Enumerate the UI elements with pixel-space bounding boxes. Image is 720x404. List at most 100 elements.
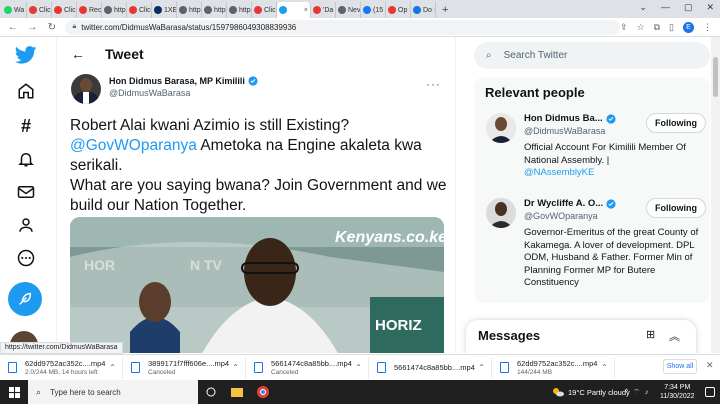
task-view-icon[interactable] — [198, 380, 224, 404]
author-handle[interactable]: @DidmusWaBarasa — [109, 88, 258, 98]
profile-avatar[interactable]: E — [683, 21, 694, 33]
chevron-up-icon[interactable]: ⌃ — [355, 363, 362, 372]
person-avatar[interactable] — [486, 113, 516, 143]
download-item[interactable]: 5661474c8a85bb....mp4 Canceled ⌃ — [246, 356, 369, 379]
more-circle-icon[interactable] — [14, 246, 38, 270]
browser-tab[interactable]: Clic× — [127, 2, 152, 18]
relevant-people-panel: Relevant people Hon Didmus Ba... @Didmus… — [474, 77, 710, 303]
weather-widget[interactable]: 19°C Partly cloudy — [552, 380, 630, 404]
browser-tab[interactable]: Rec× — [77, 2, 102, 18]
browser-tab[interactable]: (15× — [361, 2, 386, 18]
twitter-logo-icon[interactable] — [14, 43, 38, 67]
back-icon[interactable]: ← — [6, 22, 20, 33]
tab-close-icon[interactable]: × — [434, 7, 435, 14]
browser-tab[interactable]: Op× — [386, 2, 411, 18]
search-icon: ⌕ — [36, 386, 42, 397]
lock-icon[interactable]: 🔒︎ — [73, 23, 77, 31]
tab-favicon-icon — [413, 6, 421, 14]
author-avatar[interactable] — [71, 74, 101, 104]
browser-tab-strip: Wa×Clic×Clic×Rec×http×Clic×1XE×http×http… — [0, 0, 720, 18]
tray-chevron-icon[interactable]: ^ — [625, 389, 628, 396]
chevron-up-icon[interactable]: ⌃ — [109, 363, 116, 372]
download-item[interactable]: 62dd9752ac352c....mp4 2.0/244 MB, 14 hour… — [0, 356, 123, 379]
browser-tab[interactable]: Clic× — [252, 2, 277, 18]
network-icon[interactable]: ⌔ — [633, 388, 640, 397]
notification-center-icon[interactable] — [705, 387, 715, 397]
share-icon[interactable]: ⇪ — [620, 22, 628, 33]
search-input[interactable]: ⌕ Search Twitter — [474, 42, 710, 69]
reload-icon[interactable]: ↻ — [45, 22, 59, 33]
chevron-down-icon[interactable]: ⌄ — [639, 2, 647, 13]
taskbar-search-input[interactable]: ⌕ Type here to search — [28, 380, 198, 404]
chevron-up-icon[interactable]: ⌃ — [232, 363, 239, 372]
page-scrollbar[interactable] — [711, 37, 720, 353]
bookmark-star-icon[interactable]: ☆ — [637, 22, 645, 33]
messages-drawer[interactable]: Messages ⊞ ︽ — [466, 320, 696, 353]
explore-hashtag-icon[interactable]: # — [14, 114, 38, 138]
compose-tweet-button[interactable] — [8, 282, 42, 316]
show-all-button[interactable]: Show all — [663, 359, 697, 374]
browser-tab[interactable]: Do× — [411, 2, 436, 18]
tweet-photo[interactable]: Kenyans.co.ke HOR N TV HORIZ — [70, 217, 444, 353]
close-icon[interactable]: ✕ — [706, 2, 714, 13]
clock[interactable]: 7:34 PM 11/30/2022 — [660, 383, 695, 401]
relevant-people-title: Relevant people — [485, 85, 585, 100]
browser-tab[interactable]: Clic× — [52, 2, 77, 18]
browser-tab[interactable]: × — [277, 2, 311, 18]
tab-close-icon[interactable]: × — [304, 7, 308, 14]
browser-tab[interactable]: http× — [227, 2, 252, 18]
expand-chevrons-icon[interactable]: ︽ — [669, 328, 680, 344]
following-button[interactable]: Following — [646, 113, 706, 133]
browser-tab[interactable]: Wa× — [2, 2, 27, 18]
browser-tab[interactable]: http× — [177, 2, 202, 18]
browser-tab[interactable]: Nev× — [336, 2, 361, 18]
person-avatar[interactable] — [486, 198, 516, 228]
notifications-bell-icon[interactable] — [14, 147, 38, 171]
chrome-icon[interactable] — [250, 380, 276, 404]
back-arrow-icon[interactable]: ← — [71, 46, 95, 62]
tweet-text: Robert Alai kwani Azimio is still Existi… — [70, 117, 447, 214]
following-button[interactable]: Following — [646, 198, 706, 218]
file-icon — [500, 362, 509, 373]
tab-favicon-icon — [29, 6, 37, 14]
close-downloads-icon[interactable]: ✕ — [706, 360, 714, 371]
download-filename: 5661474c8a85bb....mp4 — [271, 359, 352, 368]
verified-badge-icon — [606, 198, 616, 209]
maximize-icon[interactable]: ▢ — [684, 2, 693, 13]
menu-kebab-icon[interactable]: ⋮ — [703, 22, 712, 33]
browser-tab[interactable]: 'Da× — [311, 2, 336, 18]
sidepanel-icon[interactable]: ▯ — [669, 22, 674, 33]
tab-label: http — [189, 6, 201, 14]
tweet-author[interactable]: Hon Didmus Barasa, MP Kimilili @DidmusWa… — [71, 74, 258, 104]
url-field[interactable]: 🔒︎ twitter.com/DidmusWaBarasa/status/159… — [64, 19, 620, 35]
forward-icon[interactable]: → — [26, 22, 40, 33]
browser-tab[interactable]: http× — [102, 2, 127, 18]
messages-envelope-icon[interactable] — [14, 180, 38, 204]
bio-mention-link[interactable]: @NAssemblyKE — [524, 167, 594, 178]
extensions-icon[interactable]: ⧉ — [654, 22, 660, 33]
browser-tab[interactable]: Clic× — [27, 2, 52, 18]
new-message-icon[interactable]: ⊞ — [646, 328, 655, 341]
chevron-up-icon[interactable]: ⌃ — [478, 363, 485, 372]
chevron-up-icon[interactable]: ⌃ — [601, 363, 608, 372]
browser-tab[interactable]: http× — [202, 2, 227, 18]
author-name[interactable]: Hon Didmus Barasa, MP Kimilili — [109, 76, 258, 86]
windows-start-icon[interactable] — [0, 380, 28, 404]
tab-label: Clic — [39, 6, 51, 14]
home-icon[interactable] — [14, 79, 38, 103]
download-item[interactable]: 5661474c8a85bb....mp4 ⌃ — [369, 356, 492, 379]
volume-icon[interactable]: ♪ — [645, 389, 649, 396]
file-explorer-icon[interactable] — [224, 380, 250, 404]
mention-link[interactable]: @GovWOparanya — [70, 137, 197, 154]
person-name[interactable]: Dr Wycliffe A. O... — [524, 198, 603, 209]
new-tab-icon[interactable]: + — [442, 4, 448, 16]
person-name[interactable]: Hon Didmus Ba... — [524, 113, 603, 124]
file-icon — [8, 362, 17, 373]
browser-tab[interactable]: 1XE× — [152, 2, 177, 18]
tab-label: Do — [423, 6, 432, 14]
minimize-icon[interactable]: — — [661, 2, 670, 13]
download-item[interactable]: 62dd9752ac352c....mp4 144/244 MB ⌃ — [492, 356, 615, 379]
more-options-icon[interactable]: ··· — [426, 77, 441, 91]
profile-person-icon[interactable] — [14, 213, 38, 237]
download-item[interactable]: 3899171f7fff606e....mp4 Canceled ⌃ — [123, 356, 246, 379]
